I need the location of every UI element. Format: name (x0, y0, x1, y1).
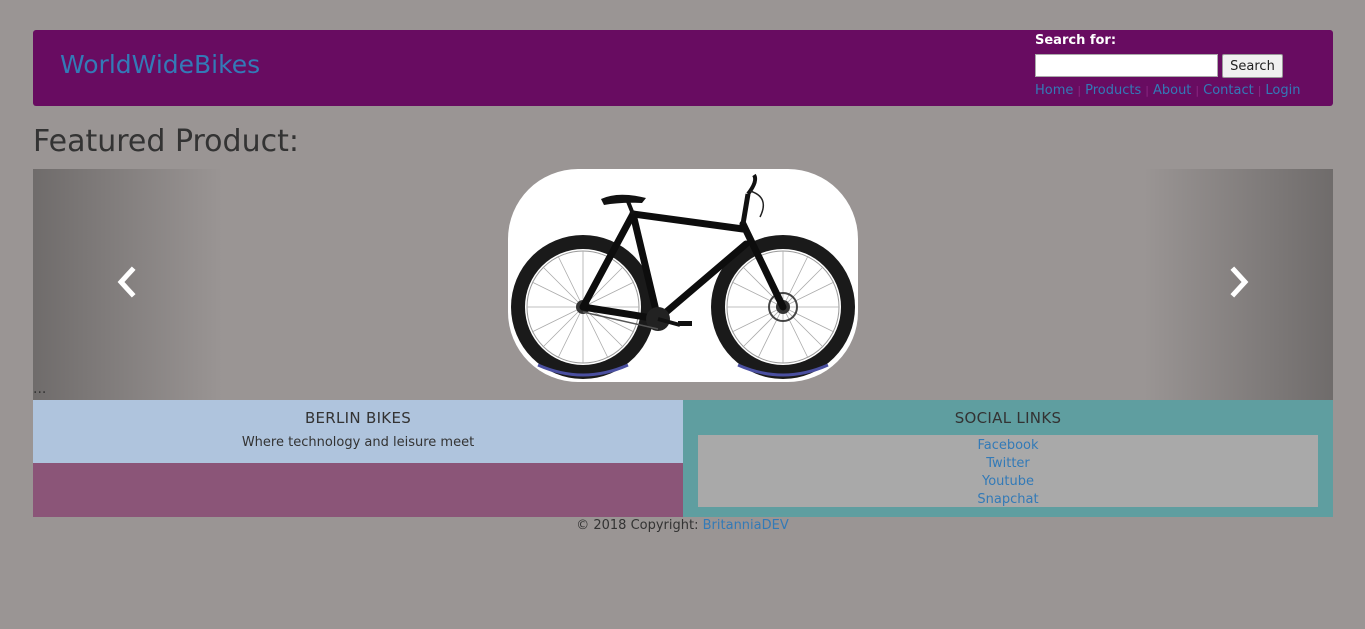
social-link-facebook[interactable]: Facebook (698, 437, 1318, 455)
chevron-left-icon[interactable] (111, 265, 145, 299)
nav-products[interactable]: Products (1085, 83, 1141, 98)
nav-separator: | (1145, 84, 1149, 97)
nav-home[interactable]: Home (1035, 83, 1073, 98)
carousel-caption-ellipsis: ... (33, 381, 47, 397)
main-nav: Home | Products | About | Contact | Login (1035, 83, 1301, 98)
nav-contact[interactable]: Contact (1203, 83, 1254, 98)
social-link-snapchat[interactable]: Snapchat (698, 491, 1318, 509)
footer-about-title: BERLIN BIKES (304, 409, 412, 427)
nav-separator: | (1077, 84, 1082, 97)
footer-about-header: BERLIN BIKES Where technology and leisur… (33, 400, 683, 463)
search-input[interactable] (1035, 54, 1218, 77)
site-header: WorldWideBikes Search for: Search Home | P… (33, 30, 1333, 106)
copyright-text: © 2018 Copyright: (576, 518, 703, 533)
footer-about-panel: BERLIN BIKES Where technology and leisur… (33, 400, 683, 517)
search-button[interactable]: Search (1222, 54, 1283, 78)
nav-separator: | (1257, 84, 1262, 97)
social-link-youtube[interactable]: Youtube (698, 473, 1318, 491)
product-carousel (33, 169, 1333, 400)
nav-login[interactable]: Login (1265, 83, 1300, 98)
brand-logo-link[interactable]: WorldWideBikes (60, 50, 260, 79)
footer-social-title: SOCIAL LINKS (954, 409, 1062, 427)
featured-bike-image (508, 169, 858, 382)
social-links-list: Facebook Twitter Youtube Snapchat (698, 435, 1318, 507)
copyright-notice: © 2018 Copyright: BritanniaDEV (0, 518, 1365, 533)
nav-about[interactable]: About (1153, 83, 1191, 98)
footer-social-panel: SOCIAL LINKS Facebook Twitter Youtube Sn… (683, 400, 1333, 517)
footer-tagline: Where technology and leisure meet (241, 435, 475, 450)
featured-title: Featured Product: (33, 124, 299, 159)
search-label: Search for: (1035, 33, 1117, 48)
social-link-twitter[interactable]: Twitter (698, 455, 1318, 473)
nav-separator: | (1195, 84, 1200, 97)
chevron-right-icon[interactable] (1221, 265, 1255, 299)
copyright-link[interactable]: BritanniaDEV (703, 518, 789, 533)
